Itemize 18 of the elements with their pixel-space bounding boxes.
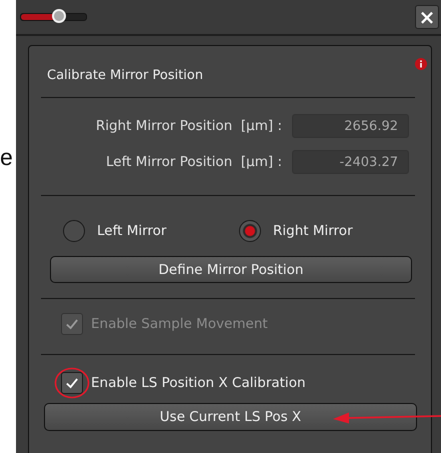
radio-label: Right Mirror [273, 223, 353, 239]
info-icon [415, 58, 427, 70]
define-mirror-position-button[interactable]: Define Mirror Position [50, 256, 412, 283]
slider-thumb[interactable] [52, 9, 66, 23]
checkbox-label: Enable Sample Movement [91, 316, 268, 332]
radio-label: Left Mirror [97, 223, 166, 239]
close-button[interactable]: × [415, 5, 439, 29]
checkbox-label: Enable LS Position X Calibration [91, 375, 306, 391]
checkbox[interactable] [61, 372, 83, 394]
position-field[interactable]: -2403.27 [292, 150, 409, 174]
field-label: Left Mirror Position [µm] : [106, 154, 282, 170]
radio-button[interactable] [63, 220, 85, 242]
field-label: Right Mirror Position [µm] : [96, 118, 282, 134]
position-field[interactable]: 2656.92 [292, 114, 409, 138]
cut-off-text: e [0, 146, 13, 169]
panel-title: Calibrate Mirror Position [47, 68, 204, 85]
radio-button[interactable] [239, 220, 261, 242]
use-current-ls-pos-button[interactable]: Use Current LS Pos X [44, 403, 417, 431]
